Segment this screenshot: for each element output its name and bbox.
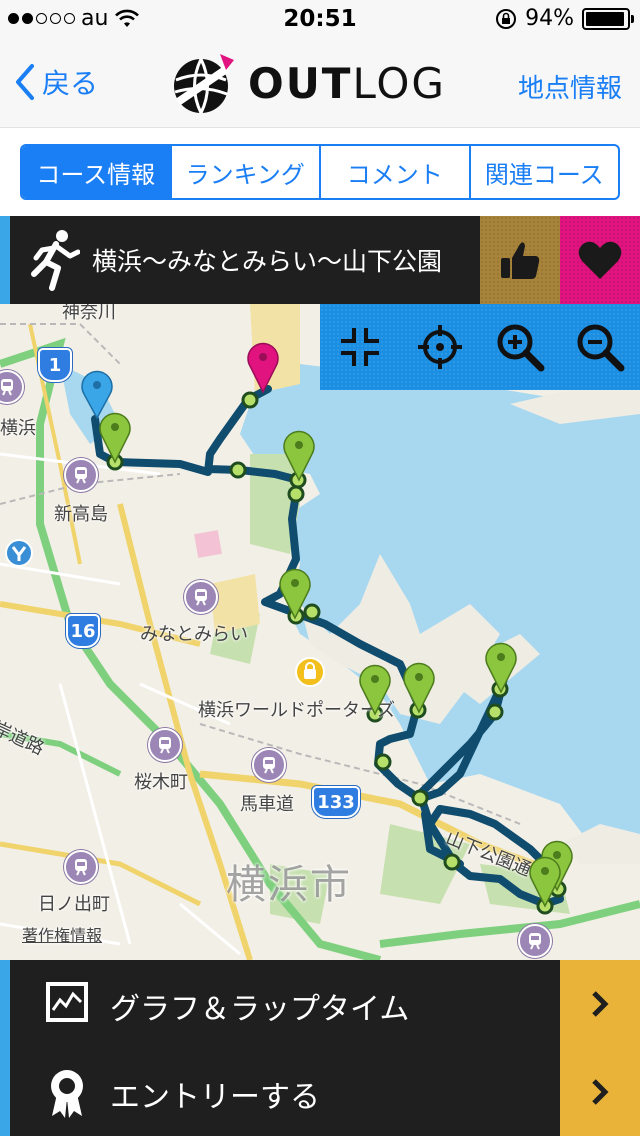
map-label-kanagawa: 神奈川	[62, 304, 116, 323]
battery-percent: 94%	[525, 6, 574, 31]
segmented-tabs: コース情報 ランキング コメント 関連コース	[20, 144, 620, 200]
zoom-out-icon	[577, 324, 625, 372]
heart-icon	[578, 241, 622, 279]
collapse-icon	[341, 328, 379, 366]
runner-icon	[31, 230, 80, 291]
accent-stripe	[0, 1048, 10, 1136]
map-label-shintakashima: 新高島	[54, 504, 108, 525]
route-133-shield: 133	[312, 786, 360, 818]
waypoint-pin-icon[interactable]	[282, 428, 316, 482]
route-16-shield: 16	[66, 614, 100, 648]
station-icon	[148, 728, 182, 762]
station-icon	[184, 580, 218, 614]
chevron-right-icon	[592, 1079, 609, 1105]
bus-stop-icon	[5, 539, 33, 567]
like-button[interactable]	[480, 216, 560, 304]
tab-ranking[interactable]: ランキング	[169, 146, 320, 198]
zoom-in-icon	[497, 324, 545, 372]
tab-related-courses[interactable]: 関連コース	[468, 146, 619, 198]
accent-stripe	[0, 216, 10, 304]
station-icon	[64, 458, 98, 492]
favorite-button[interactable]	[560, 216, 640, 304]
entry-label: エントリーする	[110, 1080, 320, 1115]
back-label: 戻る	[42, 67, 99, 100]
rotation-lock-icon	[496, 8, 517, 29]
status-right: 94%	[495, 6, 634, 31]
back-button[interactable]: 戻る	[14, 62, 98, 102]
waypoint-pin-icon[interactable]	[358, 662, 392, 716]
chevron-right-button[interactable]	[560, 960, 640, 1048]
map-label-city: 横浜市	[226, 862, 352, 908]
zoom-out-button[interactable]	[560, 304, 640, 390]
accent-stripe	[0, 960, 10, 1048]
globe-logo-icon	[174, 54, 234, 114]
chevron-right-icon	[592, 991, 609, 1017]
route-1-shield: 1	[38, 348, 72, 382]
spot-info-button[interactable]: 地点情報	[518, 68, 622, 105]
waypoint-pin-icon[interactable]	[528, 854, 562, 908]
tab-bar-area: コース情報 ランキング コメント 関連コース	[0, 128, 640, 216]
zoom-in-button[interactable]	[480, 304, 560, 390]
course-header: 横浜〜みなとみらい〜山下公園	[0, 216, 640, 304]
waypoint-pin-icon[interactable]	[98, 410, 132, 464]
map-copyright-link[interactable]: 著作権情報	[22, 922, 102, 946]
station-icon	[64, 850, 98, 884]
shopping-icon	[295, 657, 325, 687]
fit-route-button[interactable]	[320, 304, 400, 390]
tab-course-info[interactable]: コース情報	[22, 146, 170, 198]
outlog-logo: OUTLOG	[168, 50, 446, 116]
chevron-right-button[interactable]	[560, 1048, 640, 1136]
map-toolbar	[320, 304, 640, 390]
current-location-button[interactable]	[400, 304, 480, 390]
waypoint-pin-icon[interactable]	[484, 640, 518, 694]
course-map[interactable]: 神奈川 横浜 新高島 みなとみらい 横浜ワールドポーターズ 岸道路 桜木町 馬車…	[0, 304, 640, 960]
status-bar: au 20:51 94%	[0, 0, 640, 40]
course-title: 横浜〜みなとみらい〜山下公園	[92, 247, 443, 276]
map-label-bashamichi: 馬車道	[240, 794, 294, 815]
graph-icon	[46, 982, 88, 1022]
graph-lap-time-row[interactable]: グラフ＆ラップタイム	[0, 960, 640, 1048]
logo-wordmark: OUTLOG	[248, 58, 446, 108]
thumbs-up-icon	[501, 242, 540, 279]
chevron-left-icon	[16, 64, 34, 100]
goal-pin-icon[interactable]	[246, 340, 280, 394]
station-icon	[518, 924, 552, 958]
map-label-yokohama: 横浜	[0, 418, 36, 439]
battery-icon	[582, 7, 634, 30]
entry-row[interactable]: エントリーする	[0, 1048, 640, 1136]
crosshair-icon	[418, 325, 462, 369]
map-label-minatomirai: みなとみらい	[140, 624, 248, 645]
medal-icon	[51, 1070, 83, 1118]
navigation-bar: 戻る OUTLOG 地点情報	[0, 40, 640, 128]
map-label-sakuragicho: 桜木町	[134, 772, 188, 793]
tab-comments[interactable]: コメント	[319, 146, 469, 198]
waypoint-pin-icon[interactable]	[278, 566, 312, 620]
map-label-hinodecho: 日ノ出町	[38, 894, 110, 915]
station-icon	[252, 748, 286, 782]
graph-lap-time-label: グラフ＆ラップタイム	[110, 992, 410, 1027]
waypoint-pin-icon[interactable]	[402, 660, 436, 714]
